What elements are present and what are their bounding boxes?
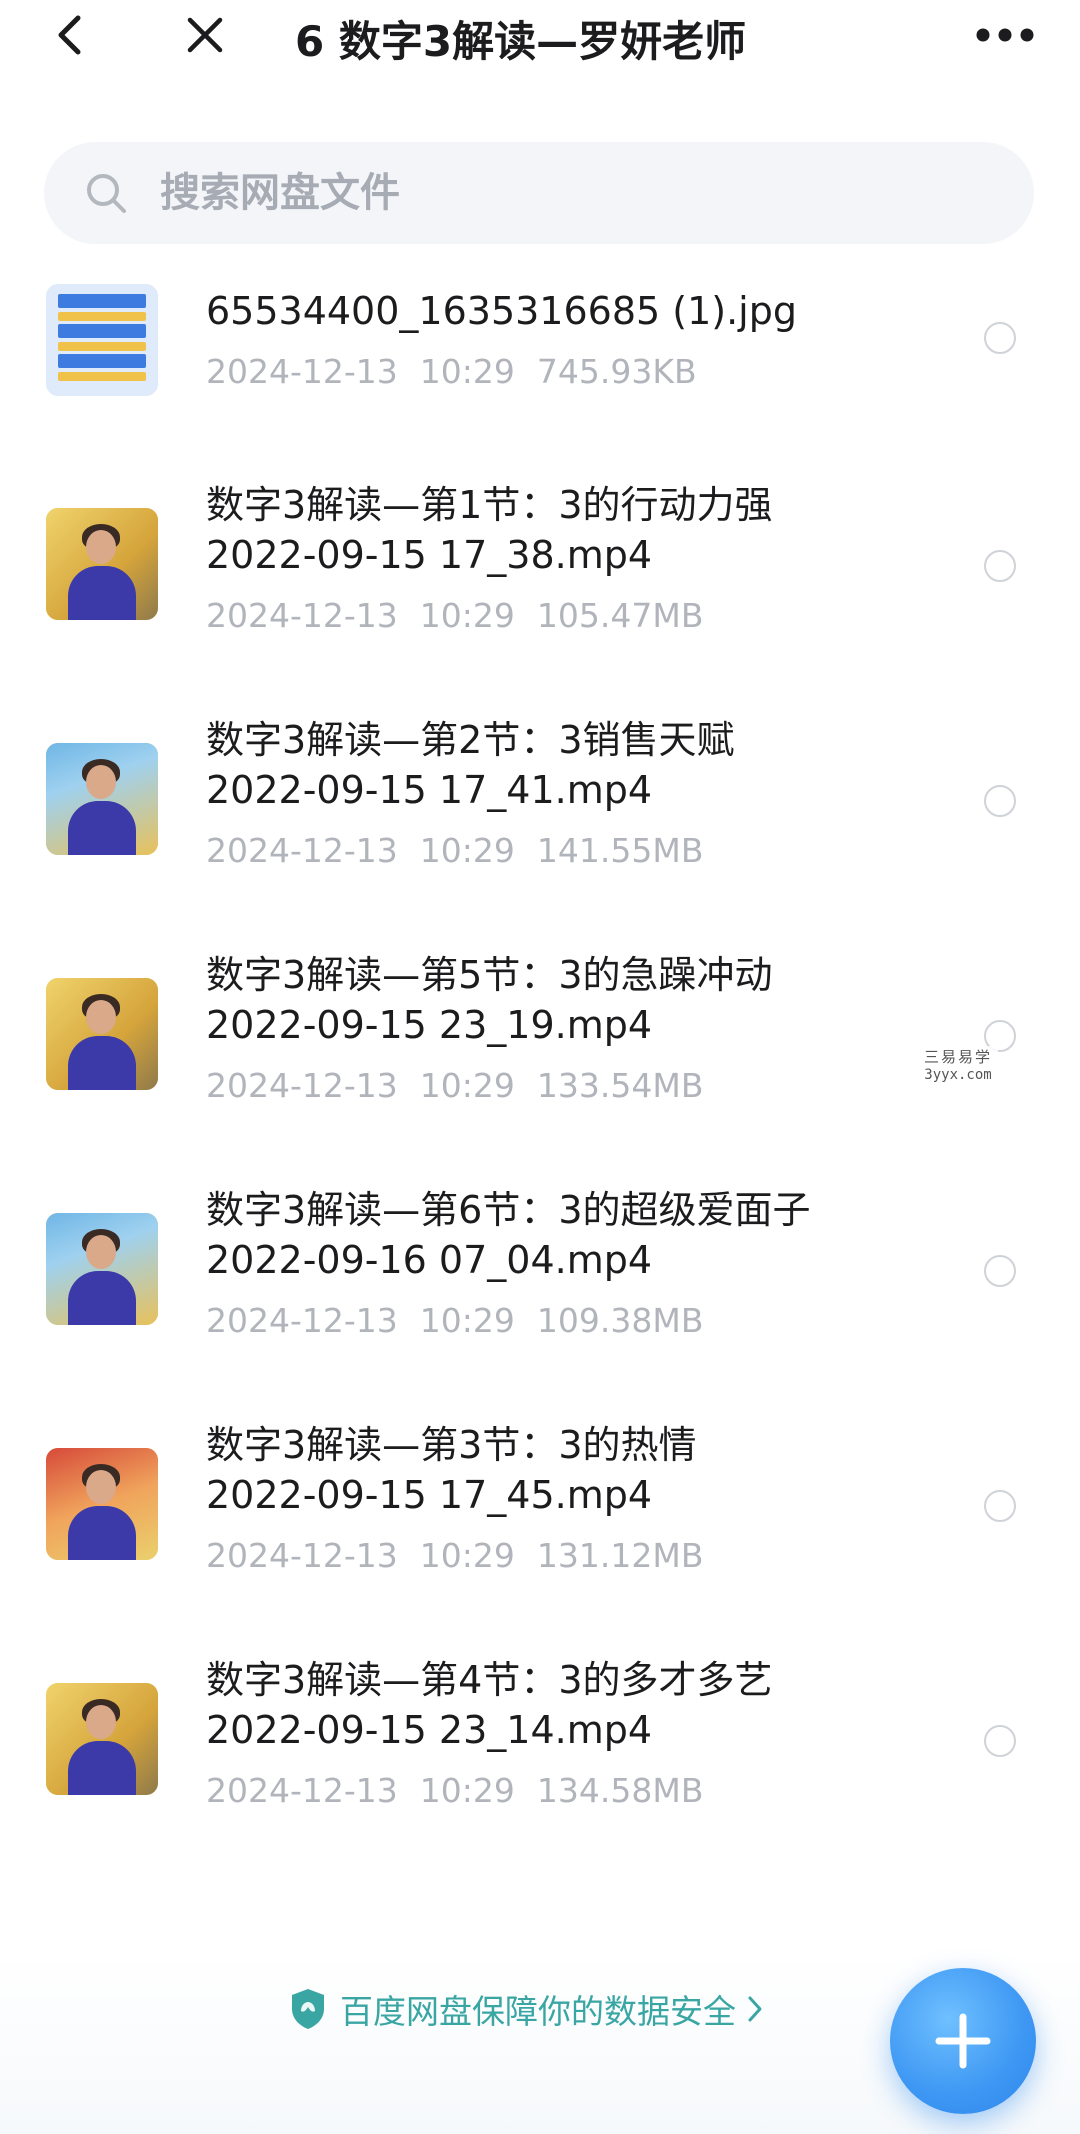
close-button[interactable]	[165, 0, 245, 70]
file-meta: 2024-12-13 10:29 141.55MB	[206, 831, 725, 870]
file-name-line1: 数字3解读—第5节：3的急躁冲动	[206, 953, 773, 997]
file-date: 2024-12-13	[206, 1301, 398, 1340]
select-radio[interactable]	[984, 550, 1016, 582]
file-date: 2024-12-13	[206, 1066, 398, 1105]
file-size: 133.54MB	[536, 1066, 704, 1105]
more-options-button[interactable]	[960, 0, 1050, 70]
file-thumbnail	[46, 1213, 158, 1325]
watermark-text: 三易易学	[923, 1048, 992, 1066]
file-size: 134.58MB	[536, 1771, 704, 1810]
file-time: 10:29	[419, 831, 515, 870]
list-item[interactable]: 数字3解读—第5节：3的急躁冲动 2022-09-15 23_19.mp4 20…	[0, 950, 1080, 1130]
file-name-line1: 数字3解读—第3节：3的热情	[206, 1423, 697, 1467]
file-name-line2: 2022-09-15 17_38.mp4	[206, 533, 653, 577]
more-horizontal-icon	[976, 28, 1034, 42]
file-name-line2: 2022-09-16 07_04.mp4	[206, 1238, 653, 1282]
file-date: 2024-12-13	[206, 596, 398, 635]
watermark-url: 3yyx.com	[924, 1067, 992, 1083]
file-date: 2024-12-13	[206, 1771, 398, 1810]
file-meta: 2024-12-13 10:29 109.38MB	[206, 1301, 725, 1340]
chevron-left-icon	[58, 15, 81, 55]
list-item[interactable]: 数字3解读—第1节：3的行动力强 2022-09-15 17_38.mp4 20…	[0, 480, 1080, 660]
file-name-line2: 2022-09-15 17_41.mp4	[206, 768, 653, 812]
file-time: 10:29	[419, 596, 515, 635]
file-name-line2: 2022-09-15 23_19.mp4	[206, 1003, 653, 1047]
watermark: 三易易学 3yyx.com	[918, 1046, 998, 1083]
shield-icon	[292, 1989, 324, 2029]
top-bar: 6 数字3解读—罗妍老师	[0, 0, 1080, 70]
page-title: 6 数字3解读—罗妍老师	[295, 17, 747, 66]
file-meta: 2024-12-13 10:29 131.12MB	[206, 1536, 725, 1575]
file-size: 131.12MB	[536, 1536, 704, 1575]
file-meta: 2024-12-13 10:29 745.93KB	[206, 352, 719, 391]
file-name-line2: 2022-09-15 17_45.mp4	[206, 1473, 653, 1517]
file-meta: 2024-12-13 10:29 134.58MB	[206, 1771, 725, 1810]
file-time: 10:29	[419, 352, 515, 391]
file-thumbnail	[46, 743, 158, 855]
add-button[interactable]	[890, 1968, 1036, 2114]
list-item[interactable]: 数字3解读—第6节：3的超级爱面子 2022-09-16 07_04.mp4 2…	[0, 1185, 1080, 1365]
file-thumbnail	[46, 284, 158, 396]
file-time: 10:29	[419, 1536, 515, 1575]
list-item[interactable]: 65534400_1635316685 (1).jpg 2024-12-13 10…	[0, 270, 1080, 420]
select-radio[interactable]	[984, 785, 1016, 817]
file-size: 109.38MB	[536, 1301, 704, 1340]
security-text: 百度网盘保障你的数据安全	[340, 1992, 736, 2031]
file-size: 105.47MB	[536, 596, 704, 635]
file-thumbnail	[46, 508, 158, 620]
list-item[interactable]: 数字3解读—第4节：3的多才多艺 2022-09-15 23_14.mp4 20…	[0, 1655, 1080, 1835]
file-name-line1: 数字3解读—第2节：3销售天赋	[206, 718, 735, 762]
file-date: 2024-12-13	[206, 352, 398, 391]
file-time: 10:29	[419, 1771, 515, 1810]
search-icon	[87, 174, 126, 213]
back-button[interactable]	[30, 0, 110, 70]
file-date: 2024-12-13	[206, 831, 398, 870]
file-thumbnail	[46, 1683, 158, 1795]
file-thumbnail	[46, 1448, 158, 1560]
search-input[interactable]	[160, 170, 980, 216]
file-date: 2024-12-13	[206, 1536, 398, 1575]
file-name: 65534400_1635316685 (1).jpg	[206, 289, 797, 333]
security-banner[interactable]: 百度网盘保障你的数据安全	[288, 1984, 764, 2034]
file-size: 745.93KB	[536, 352, 697, 391]
plus-icon	[935, 2013, 991, 2069]
file-size: 141.55MB	[536, 831, 704, 870]
search-bar[interactable]	[44, 142, 1034, 244]
file-name-line1: 数字3解读—第6节：3的超级爱面子	[206, 1188, 811, 1232]
file-meta: 2024-12-13 10:29 133.54MB	[206, 1066, 725, 1105]
select-radio[interactable]	[984, 322, 1016, 354]
list-item[interactable]: 数字3解读—第3节：3的热情 2022-09-15 17_45.mp4 2024…	[0, 1420, 1080, 1600]
close-icon	[187, 17, 223, 53]
list-item[interactable]: 数字3解读—第2节：3销售天赋 2022-09-15 17_41.mp4 202…	[0, 715, 1080, 895]
file-name-line1: 数字3解读—第1节：3的行动力强	[206, 483, 773, 527]
select-radio[interactable]	[984, 1255, 1016, 1287]
chevron-right-icon	[748, 1996, 762, 2022]
file-name-line1: 数字3解读—第4节：3的多才多艺	[206, 1658, 773, 1702]
file-thumbnail	[46, 978, 158, 1090]
select-radio[interactable]	[984, 1490, 1016, 1522]
file-meta: 2024-12-13 10:29 105.47MB	[206, 596, 725, 635]
select-radio[interactable]	[984, 1725, 1016, 1757]
file-time: 10:29	[419, 1066, 515, 1105]
file-time: 10:29	[419, 1301, 515, 1340]
file-name-line2: 2022-09-15 23_14.mp4	[206, 1708, 653, 1752]
